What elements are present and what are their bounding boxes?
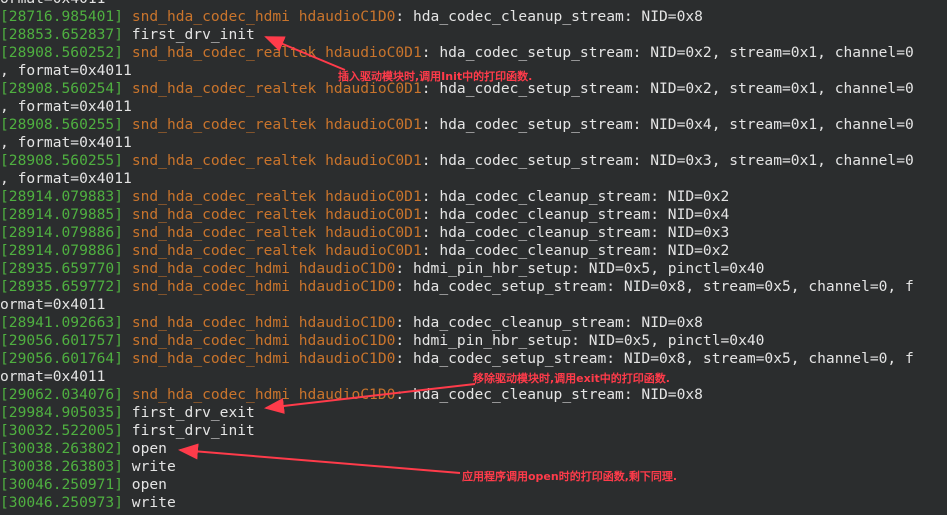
module-name: snd_hda_codec_realtek hdaudioC0D1 <box>131 224 422 241</box>
log-message: : hda_codec_setup_stream: NID=0x8, strea… <box>395 278 914 295</box>
terminal-line: , format=0x4011 <box>0 170 947 188</box>
log-message: : hdmi_pin_hbr_setup: NID=0x5, pinctl=0x… <box>395 332 765 349</box>
log-message: : hda_codec_cleanup_stream: NID=0x3 <box>421 224 730 241</box>
terminal-line: [28935.659772] snd_hda_codec_hdmi hdaudi… <box>0 278 947 296</box>
module-name: snd_hda_codec_hdmi hdaudioC1D0 <box>131 332 396 349</box>
timestamp: [28914.079886] <box>0 242 124 259</box>
log-message: ormat=0x4011 <box>0 368 106 385</box>
log-message: , format=0x4011 <box>0 170 132 187</box>
log-message: : hda_codec_cleanup_stream: NID=0x4 <box>421 206 730 223</box>
terminal-output[interactable]: ormat=0x4011[28716.985401] snd_hda_codec… <box>0 0 947 512</box>
log-message: : hda_codec_cleanup_stream: NID=0x2 <box>421 242 730 259</box>
log-message: : hda_codec_cleanup_stream: NID=0x2 <box>421 188 730 205</box>
log-message: first_drv_init <box>123 422 255 439</box>
terminal-line: [28914.079883] snd_hda_codec_realtek hda… <box>0 188 947 206</box>
timestamp: [28914.079885] <box>0 206 124 223</box>
terminal-line: [29062.034076] snd_hda_codec_hdmi hdaudi… <box>0 386 947 404</box>
module-name: snd_hda_codec_realtek hdaudioC0D1 <box>131 116 422 133</box>
timestamp: [30038.263802] <box>0 440 124 457</box>
log-message: : hda_codec_cleanup_stream: NID=0x8 <box>395 314 703 331</box>
terminal-line: [30038.263802] open <box>0 440 947 458</box>
terminal-line: [30038.263803] write <box>0 458 947 476</box>
terminal-line: , format=0x4011 <box>0 98 947 116</box>
module-name: snd_hda_codec_hdmi hdaudioC1D0 <box>131 8 396 25</box>
log-message: , format=0x4011 <box>0 62 132 79</box>
terminal-line: [28908.560255] snd_hda_codec_realtek hda… <box>0 152 947 170</box>
timestamp: [30046.250971] <box>0 476 124 493</box>
terminal-line: [28908.560255] snd_hda_codec_realtek hda… <box>0 116 947 134</box>
terminal-line: , format=0x4011 <box>0 134 947 152</box>
terminal-line: [28935.659770] snd_hda_codec_hdmi hdaudi… <box>0 260 947 278</box>
log-message: ormat=0x4011 <box>0 296 106 313</box>
module-name: snd_hda_codec_hdmi hdaudioC1D0 <box>131 386 396 403</box>
module-name: snd_hda_codec_realtek hdaudioC0D1 <box>131 188 422 205</box>
module-name: snd_hda_codec_realtek hdaudioC0D1 <box>131 206 422 223</box>
terminal-line: ormat=0x4011 <box>0 296 947 314</box>
module-name: snd_hda_codec_realtek hdaudioC0D1 <box>131 44 422 61</box>
timestamp: [30046.250973] <box>0 494 124 511</box>
terminal-line: [28914.079886] snd_hda_codec_realtek hda… <box>0 242 947 260</box>
terminal-line: [29056.601764] snd_hda_codec_hdmi hdaudi… <box>0 350 947 368</box>
log-message: : hda_codec_cleanup_stream: NID=0x8 <box>395 386 703 403</box>
log-message: : hdmi_pin_hbr_setup: NID=0x5, pinctl=0x… <box>395 260 765 277</box>
log-message: : hda_codec_setup_stream: NID=0x3, strea… <box>421 152 914 169</box>
terminal-line: , format=0x4011 <box>0 62 947 80</box>
timestamp: [29984.905035] <box>0 404 124 421</box>
log-message: , format=0x4011 <box>0 98 132 115</box>
terminal-line: [28914.079885] snd_hda_codec_realtek hda… <box>0 206 947 224</box>
log-message: : hda_codec_setup_stream: NID=0x2, strea… <box>421 80 914 97</box>
log-message: first_drv_init <box>123 26 255 43</box>
terminal-line: ormat=0x4011 <box>0 0 947 8</box>
terminal-line: [30046.250971] open <box>0 476 947 494</box>
timestamp: [28908.560252] <box>0 44 124 61</box>
log-message: write <box>123 494 176 511</box>
terminal-line: [30046.250973] write <box>0 494 947 512</box>
timestamp: [30038.263803] <box>0 458 124 475</box>
terminal-line: [28908.560252] snd_hda_codec_realtek hda… <box>0 44 947 62</box>
log-message: , format=0x4011 <box>0 134 132 151</box>
log-message: ormat=0x4011 <box>0 0 105 7</box>
module-name: snd_hda_codec_hdmi hdaudioC1D0 <box>131 350 396 367</box>
timestamp: [30032.522005] <box>0 422 124 439</box>
terminal-line: ormat=0x4011 <box>0 368 947 386</box>
timestamp: [28914.079886] <box>0 224 124 241</box>
terminal-line: [29056.601757] snd_hda_codec_hdmi hdaudi… <box>0 332 947 350</box>
terminal-line: [28853.652837] first_drv_init <box>0 26 947 44</box>
terminal-line: [28941.092663] snd_hda_codec_hdmi hdaudi… <box>0 314 947 332</box>
module-name: snd_hda_codec_realtek hdaudioC0D1 <box>131 80 422 97</box>
log-message: first_drv_exit <box>123 404 255 421</box>
log-message: open <box>123 440 167 457</box>
timestamp: [28935.659772] <box>0 278 124 295</box>
timestamp: [28908.560255] <box>0 116 124 133</box>
log-message: : hda_codec_setup_stream: NID=0x8, strea… <box>395 350 914 367</box>
log-message: open <box>123 476 167 493</box>
terminal-line: [29984.905035] first_drv_exit <box>0 404 947 422</box>
timestamp: [28853.652837] <box>0 26 124 43</box>
terminal-line: [28716.985401] snd_hda_codec_hdmi hdaudi… <box>0 8 947 26</box>
timestamp: [29056.601764] <box>0 350 124 367</box>
timestamp: [29056.601757] <box>0 332 124 349</box>
timestamp: [28908.560255] <box>0 152 124 169</box>
log-message: : hda_codec_setup_stream: NID=0x4, strea… <box>421 116 914 133</box>
log-message: write <box>123 458 176 475</box>
timestamp: [28716.985401] <box>0 8 124 25</box>
timestamp: [28914.079883] <box>0 188 124 205</box>
timestamp: [29062.034076] <box>0 386 124 403</box>
terminal-line: [30032.522005] first_drv_init <box>0 422 947 440</box>
log-message: : hda_codec_setup_stream: NID=0x2, strea… <box>421 44 914 61</box>
module-name: snd_hda_codec_realtek hdaudioC0D1 <box>131 152 422 169</box>
timestamp: [28935.659770] <box>0 260 124 277</box>
module-name: snd_hda_codec_hdmi hdaudioC1D0 <box>131 278 396 295</box>
timestamp: [28941.092663] <box>0 314 124 331</box>
terminal-line: [28908.560254] snd_hda_codec_realtek hda… <box>0 80 947 98</box>
module-name: snd_hda_codec_hdmi hdaudioC1D0 <box>131 260 396 277</box>
module-name: snd_hda_codec_realtek hdaudioC0D1 <box>131 242 422 259</box>
log-message: : hda_codec_cleanup_stream: NID=0x8 <box>395 8 703 25</box>
terminal-line: [28914.079886] snd_hda_codec_realtek hda… <box>0 224 947 242</box>
timestamp: [28908.560254] <box>0 80 124 97</box>
module-name: snd_hda_codec_hdmi hdaudioC1D0 <box>131 314 396 331</box>
